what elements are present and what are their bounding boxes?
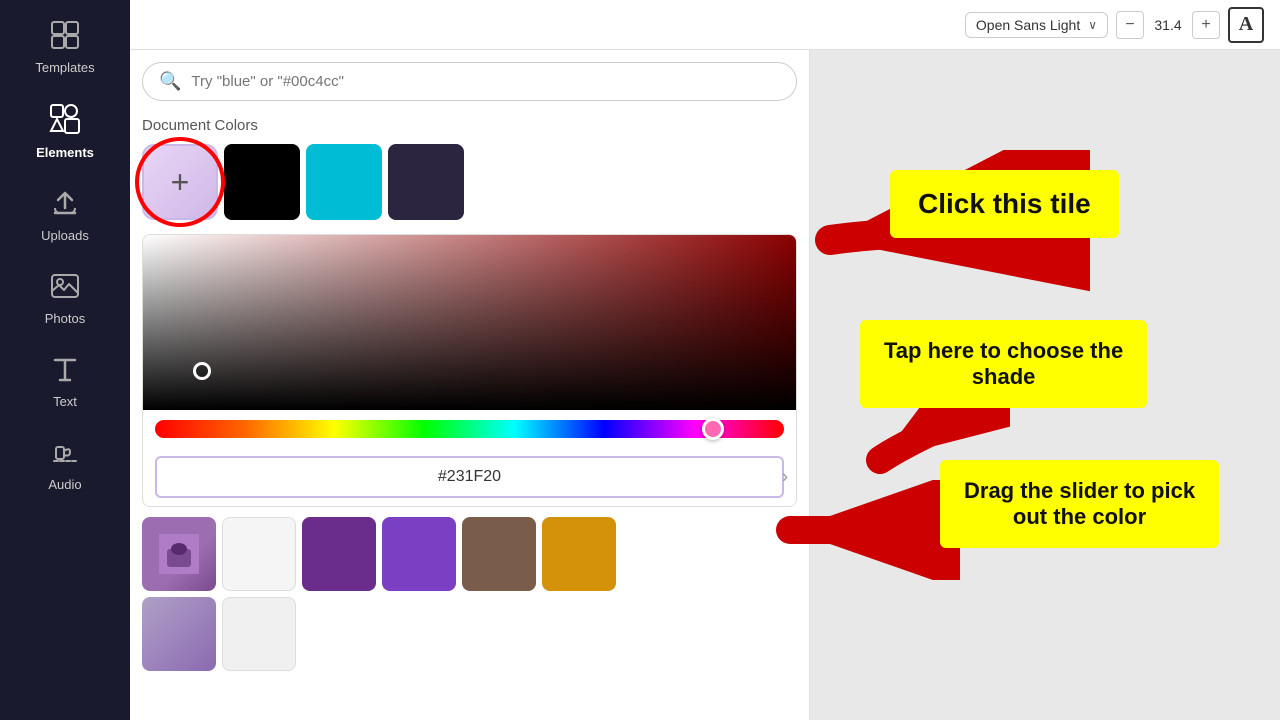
annotations-overlay: Click this tile Tap here to choose thesh… [810,50,1280,720]
search-icon: 🔍 [159,71,181,92]
font-size-decrease-button[interactable]: − [1116,11,1144,39]
swatch-bright-purple[interactable] [382,517,456,591]
photos-icon [50,271,80,305]
top-toolbar: Open Sans Light ∨ − 31.4 + A [130,0,1280,50]
font-selector[interactable]: Open Sans Light ∨ [965,12,1108,38]
hue-slider[interactable] [155,420,784,438]
sidebar-item-photos-label: Photos [45,311,85,326]
audio-icon [50,437,80,471]
sidebar-item-uploads-label: Uploads [41,228,89,243]
document-colors-title: Document Colors [142,117,797,134]
color-tile-black[interactable] [224,144,300,220]
swatch-white-2[interactable] [222,597,296,671]
main-area: Open Sans Light ∨ − 31.4 + A 🔍 Document … [130,0,1280,720]
hex-input-row: › [143,448,796,506]
swatch-partial[interactable] [142,597,216,671]
color-gradient-picker[interactable] [143,235,796,410]
color-picker-panel: 🔍 Document Colors + [130,50,810,720]
canvas-area: Click this tile Tap here to choose thesh… [810,50,1280,720]
add-color-tile[interactable]: + [142,144,218,220]
swatches-row [142,517,797,591]
color-tiles-row: + [142,144,797,220]
hue-slider-row [143,410,796,448]
sidebar: Templates Elements Uploads [0,0,130,720]
color-tile-dark-purple[interactable] [388,144,464,220]
text-bold-button[interactable]: A [1228,7,1264,43]
sidebar-item-audio[interactable]: Audio [5,425,125,504]
hex-color-input[interactable] [155,456,784,498]
swatch-brown[interactable] [462,517,536,591]
expand-picker-icon[interactable]: › [782,467,788,488]
hue-slider-handle[interactable] [702,418,724,440]
color-search-input[interactable] [191,73,780,90]
color-search-bar[interactable]: 🔍 [142,62,797,101]
sidebar-item-photos[interactable]: Photos [5,259,125,338]
swatch-purple-image[interactable] [142,517,216,591]
elements-icon [49,103,81,139]
font-dropdown-icon[interactable]: ∨ [1088,18,1097,32]
callout-drag-slider: Drag the slider to pickout the color [940,460,1219,548]
sidebar-item-audio-label: Audio [48,477,81,492]
swatches-row-2 [142,597,797,671]
font-size-value: 31.4 [1150,17,1186,33]
sidebar-item-text-label: Text [53,394,77,409]
color-picker-container: › [142,234,797,507]
add-color-tile-wrapper: + [142,144,218,220]
sidebar-item-templates-label: Templates [35,60,94,75]
sidebar-item-text[interactable]: Text [5,342,125,421]
text-icon [50,354,80,388]
templates-icon [50,20,80,54]
sidebar-item-templates[interactable]: Templates [5,8,125,87]
font-size-control: − 31.4 + [1116,11,1220,39]
uploads-icon [50,188,80,222]
sidebar-item-elements[interactable]: Elements [5,91,125,172]
swatch-dark-purple[interactable] [302,517,376,591]
color-tile-cyan[interactable] [306,144,382,220]
font-size-increase-button[interactable]: + [1192,11,1220,39]
callout-click-tile: Click this tile [890,170,1119,238]
content-area: 🔍 Document Colors + [130,50,1280,720]
swatch-orange[interactable] [542,517,616,591]
font-name-label: Open Sans Light [976,17,1080,33]
swatch-white[interactable] [222,517,296,591]
callout-tap-shade: Tap here to choose theshade [860,320,1147,408]
gradient-picker-handle[interactable] [193,362,211,380]
add-color-plus-icon: + [171,164,190,201]
sidebar-item-uploads[interactable]: Uploads [5,176,125,255]
sidebar-item-elements-label: Elements [36,145,94,160]
